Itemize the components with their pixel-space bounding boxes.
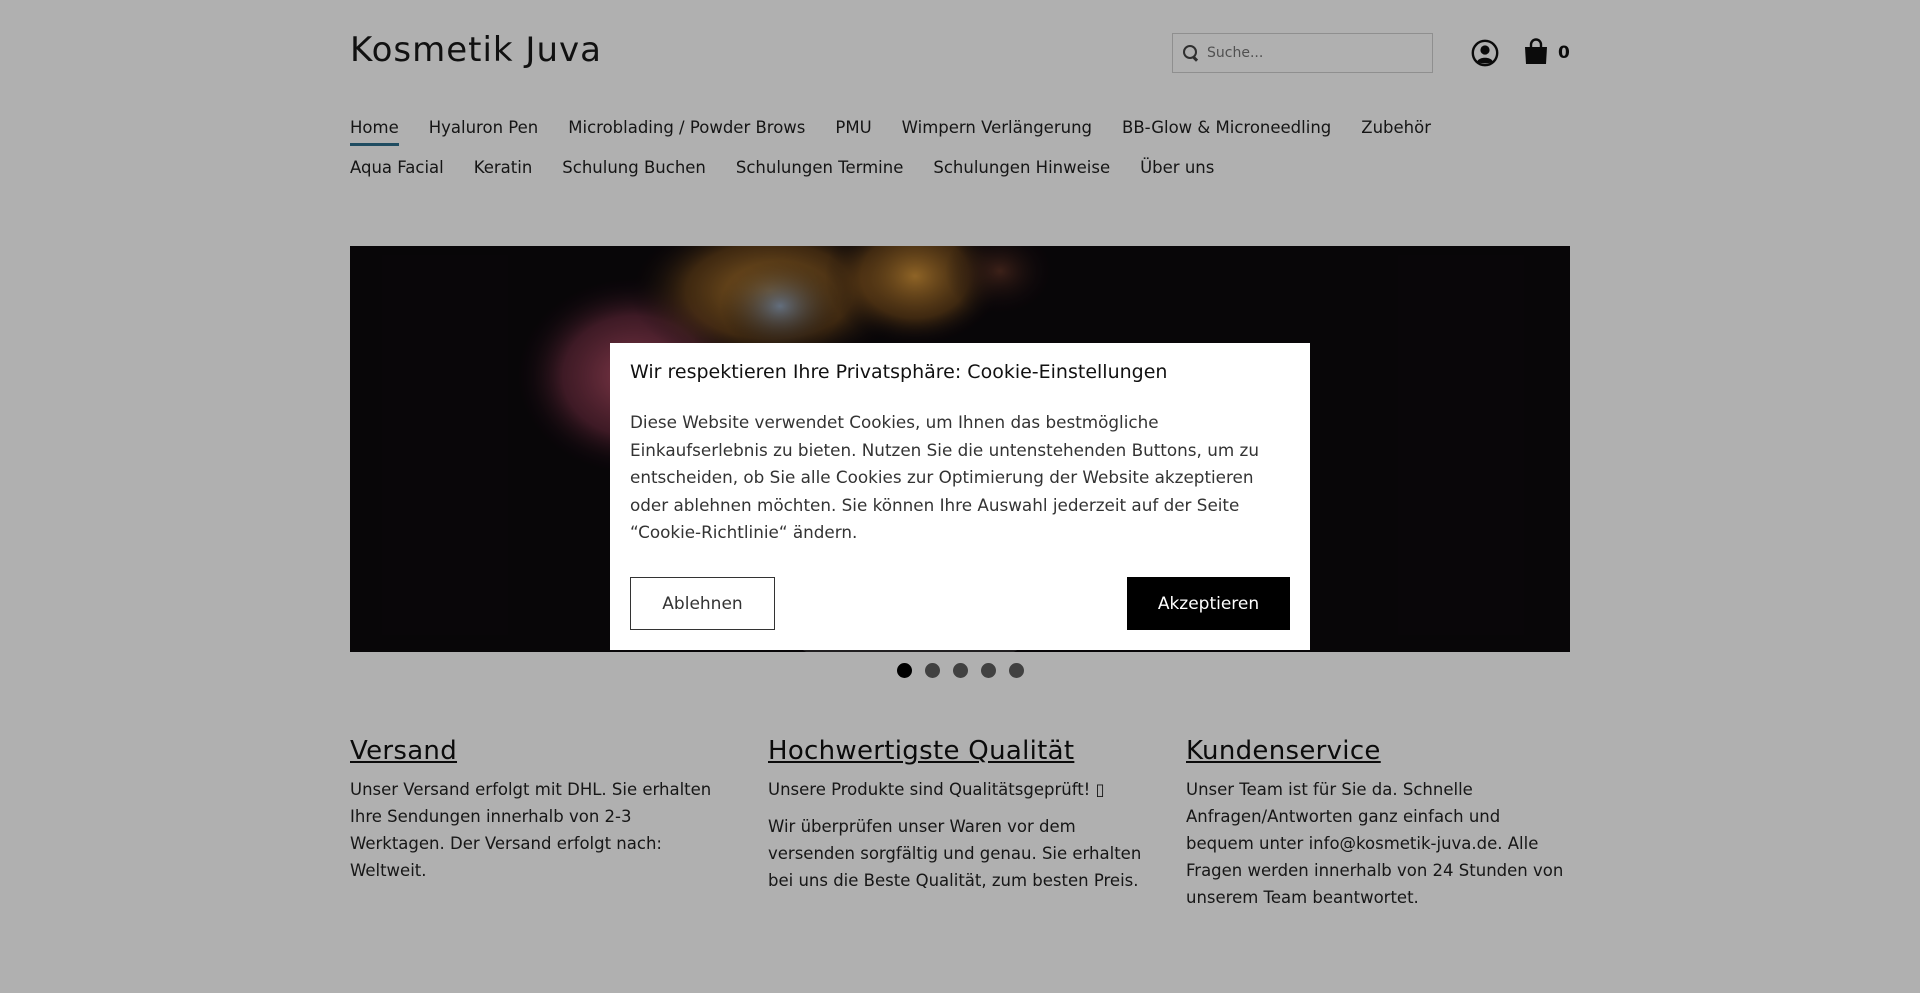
cookie-dialog: Wir respektieren Ihre Privatsphäre: Cook… [610,343,1310,650]
decline-button[interactable]: Ablehnen [630,577,775,630]
accept-button[interactable]: Akzeptieren [1127,577,1290,630]
cookie-body: Diese Website verwendet Cookies, um Ihne… [630,412,1259,542]
cookie-title: Wir respektieren Ihre Privatsphäre: Cook… [630,361,1168,383]
page: Kosmetik Juva 0 Home Hyaluron Pen Microb… [0,0,1920,993]
